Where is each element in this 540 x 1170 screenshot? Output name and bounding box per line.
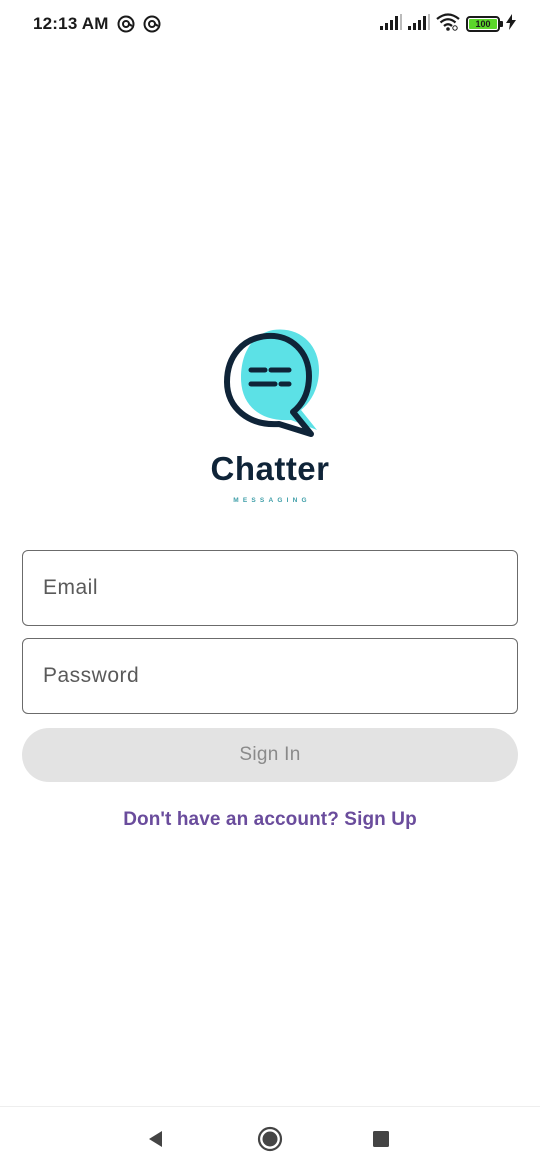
at-sign-icon xyxy=(117,15,135,33)
password-field[interactable] xyxy=(22,638,518,714)
home-icon[interactable] xyxy=(248,1117,292,1161)
status-bar: 12:13 AM 100 xyxy=(0,0,540,48)
brand-tagline: MESSAGING xyxy=(233,497,311,504)
login-screen: 12:13 AM 100 Chatter MESSAGING Email Sig… xyxy=(0,0,540,1170)
back-icon[interactable] xyxy=(134,1117,178,1161)
sign-up-link[interactable]: Don't have an account? Sign Up xyxy=(0,809,540,831)
signal-icon xyxy=(408,13,430,35)
status-left: 12:13 AM xyxy=(33,14,161,34)
brand-logo: Chatter MESSAGING xyxy=(0,326,540,504)
charging-bolt-icon xyxy=(506,13,516,35)
battery-icon: 100 xyxy=(466,16,503,32)
status-time: 12:13 AM xyxy=(33,14,109,33)
wifi-icon xyxy=(436,12,460,36)
sign-in-button[interactable]: Sign In xyxy=(22,728,518,782)
signal-icon xyxy=(380,13,402,35)
status-right: 100 xyxy=(380,12,516,36)
recent-apps-icon[interactable] xyxy=(359,1117,403,1161)
email-field[interactable] xyxy=(22,550,518,626)
brand-name: Chatter xyxy=(210,450,330,487)
chat-bubble-logo-icon xyxy=(224,329,319,437)
battery-tip xyxy=(500,21,503,27)
system-nav-bar xyxy=(0,1106,540,1170)
battery-level: 100 xyxy=(469,19,497,29)
at-sign-icon xyxy=(143,15,161,33)
